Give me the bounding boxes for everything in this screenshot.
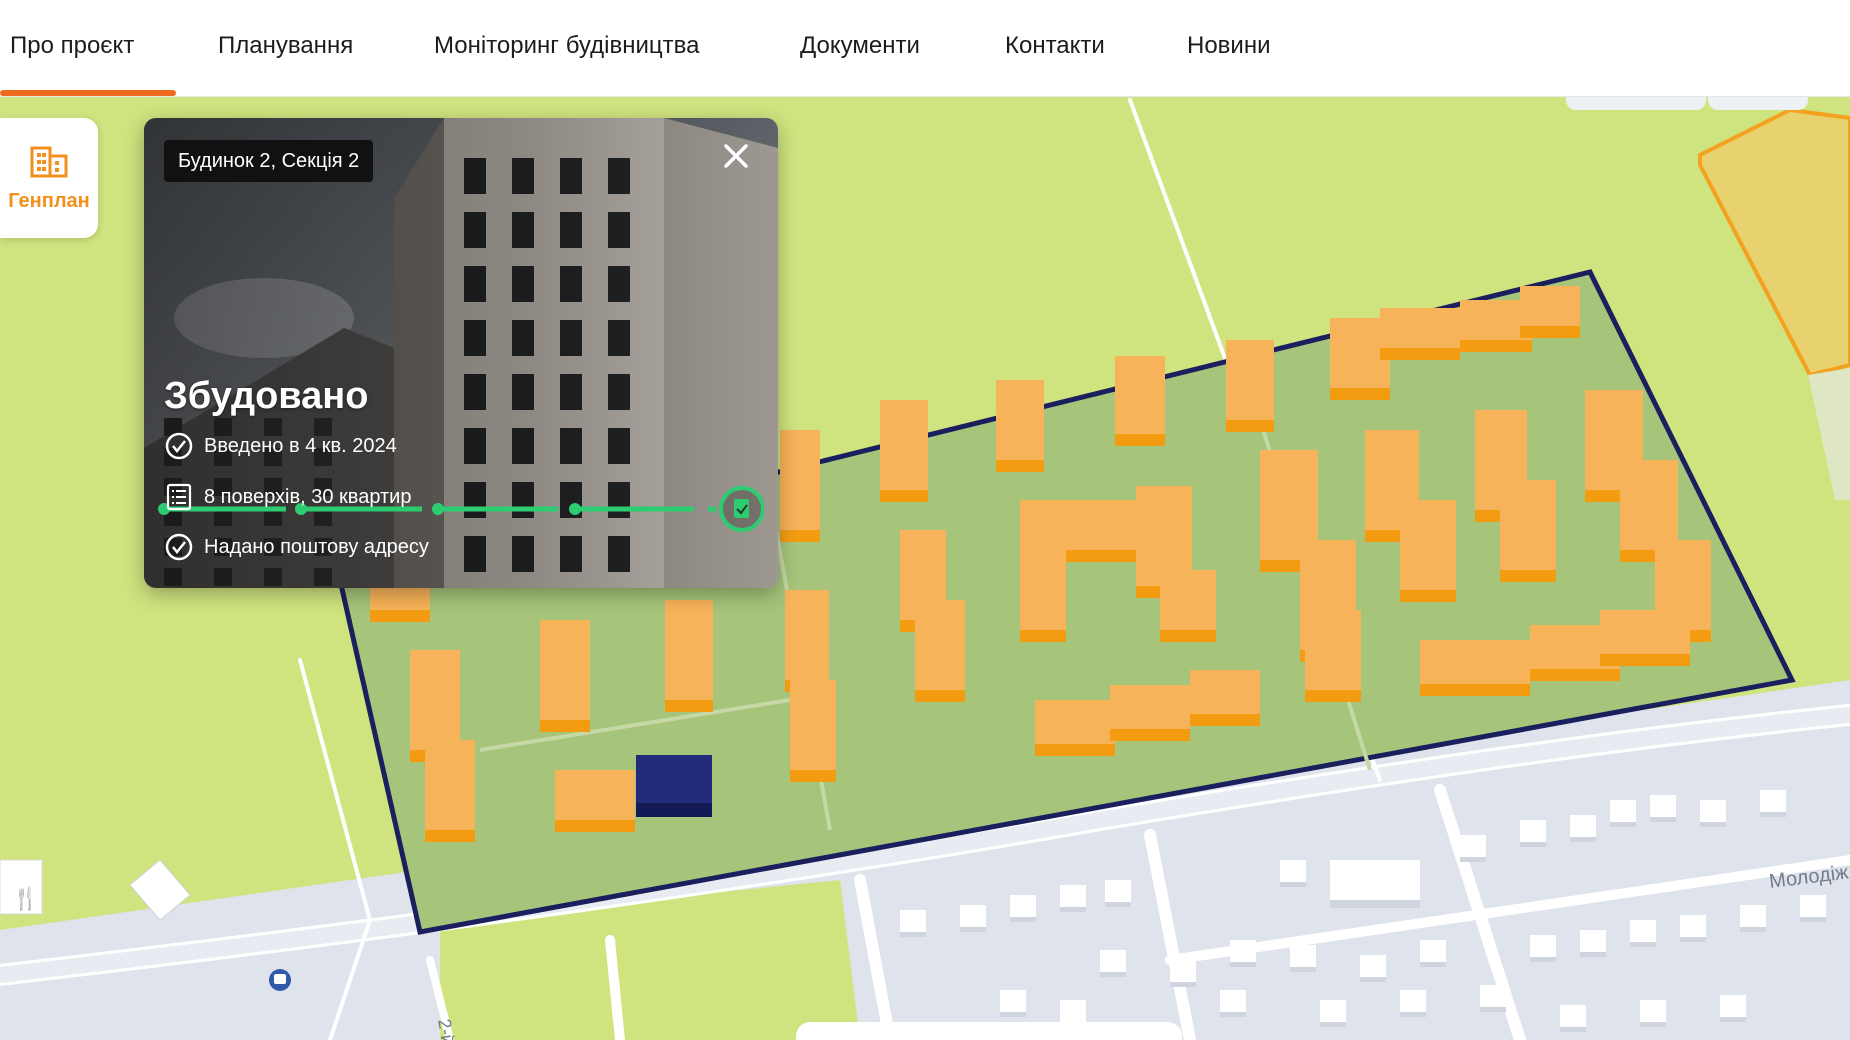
building[interactable]	[1420, 640, 1530, 696]
building[interactable]	[880, 400, 928, 502]
top-navigation: Про проєкт Планування Моніторинг будівни…	[0, 0, 1850, 97]
house	[1230, 940, 1256, 967]
close-icon[interactable]	[716, 136, 756, 176]
house	[1530, 935, 1556, 962]
bus-stop-marker[interactable]	[269, 969, 291, 991]
building[interactable]	[1110, 685, 1190, 741]
house	[1010, 895, 1036, 922]
nav-item-news[interactable]: Новини	[1187, 32, 1271, 60]
house	[1105, 880, 1131, 907]
building[interactable]	[780, 430, 820, 542]
building[interactable]	[1160, 570, 1216, 642]
info-row-text: Надано поштову адресу	[204, 535, 429, 558]
house	[1720, 995, 1746, 1022]
info-row-text: 8 поверхів, 30 квартир	[204, 485, 412, 508]
info-row-postal-address: Надано поштову адресу	[164, 532, 429, 562]
house	[1520, 820, 1546, 847]
building[interactable]	[1500, 480, 1556, 582]
house	[1800, 895, 1826, 922]
building[interactable]	[915, 600, 965, 702]
building[interactable]	[790, 680, 836, 782]
info-row-text: Введено в 4 кв. 2024	[204, 434, 397, 457]
house	[1100, 950, 1126, 977]
house	[900, 910, 926, 937]
house	[960, 905, 986, 932]
nav-item-contacts[interactable]: Контакти	[1005, 32, 1105, 60]
house	[1560, 1005, 1586, 1032]
nav-item-about[interactable]: Про проєкт	[10, 32, 134, 60]
building-icon	[30, 146, 68, 177]
house	[1360, 955, 1386, 982]
street-label-2: 2-й	[434, 1017, 458, 1040]
house	[1400, 990, 1426, 1017]
building[interactable]	[1400, 500, 1456, 602]
selected-building[interactable]	[636, 755, 712, 817]
nav-item-documents[interactable]: Документи	[800, 32, 920, 60]
genplan-label: Генплан	[8, 189, 90, 212]
building[interactable]	[1190, 670, 1260, 726]
house	[1000, 990, 1026, 1017]
bottom-map-panel[interactable]	[796, 1022, 1182, 1040]
construction-status-title: Збудовано	[164, 375, 369, 417]
progress-step-dot	[569, 503, 581, 515]
house	[1280, 860, 1306, 887]
house	[1320, 1000, 1346, 1027]
list-icon	[166, 483, 192, 511]
large-house	[1330, 860, 1420, 908]
building[interactable]	[1305, 610, 1361, 702]
house	[1290, 945, 1316, 972]
building[interactable]	[1115, 356, 1165, 446]
house	[1170, 960, 1196, 987]
genplan-button[interactable]: Генплан	[0, 118, 98, 238]
progress-step-dot	[432, 503, 444, 515]
house	[1680, 915, 1706, 942]
building[interactable]	[555, 770, 635, 832]
building[interactable]	[1520, 286, 1580, 338]
house	[1640, 1000, 1666, 1027]
nav-item-planning[interactable]: Планування	[218, 32, 353, 60]
house	[1480, 985, 1506, 1012]
building[interactable]	[540, 620, 590, 732]
house	[1610, 800, 1636, 827]
nav-item-construction-monitoring[interactable]: Моніторинг будівництва	[434, 32, 699, 60]
building[interactable]	[1035, 700, 1115, 756]
svg-text:🍴: 🍴	[12, 886, 39, 912]
check-circle-icon	[165, 432, 193, 460]
house	[1060, 885, 1086, 912]
house	[1700, 800, 1726, 827]
building[interactable]	[1020, 540, 1066, 642]
building[interactable]	[1600, 610, 1690, 666]
building[interactable]	[665, 600, 713, 712]
house	[1570, 815, 1596, 842]
building[interactable]	[785, 590, 829, 692]
house	[1630, 920, 1656, 947]
nav-active-indicator	[0, 90, 176, 96]
restaurant-marker[interactable]: 🍴	[0, 859, 43, 915]
house	[1650, 795, 1676, 822]
building[interactable]	[1226, 340, 1274, 432]
house	[1460, 835, 1486, 862]
house	[1740, 905, 1766, 932]
building[interactable]	[1380, 308, 1460, 360]
check-circle-icon	[165, 533, 193, 561]
info-row-commissioned: Введено в 4 кв. 2024	[164, 431, 397, 461]
building[interactable]	[996, 380, 1044, 472]
building[interactable]	[425, 740, 475, 842]
house	[1580, 930, 1606, 957]
info-row-floors: 8 поверхів, 30 квартир	[164, 482, 411, 512]
building-section-tag: Будинок 2, Секція 2	[164, 140, 374, 182]
building-info-card[interactable]: Будинок 2, Секція 2 Збудовано Введено в …	[144, 118, 778, 588]
house	[1760, 790, 1786, 817]
house	[1220, 990, 1246, 1017]
house	[1420, 940, 1446, 967]
